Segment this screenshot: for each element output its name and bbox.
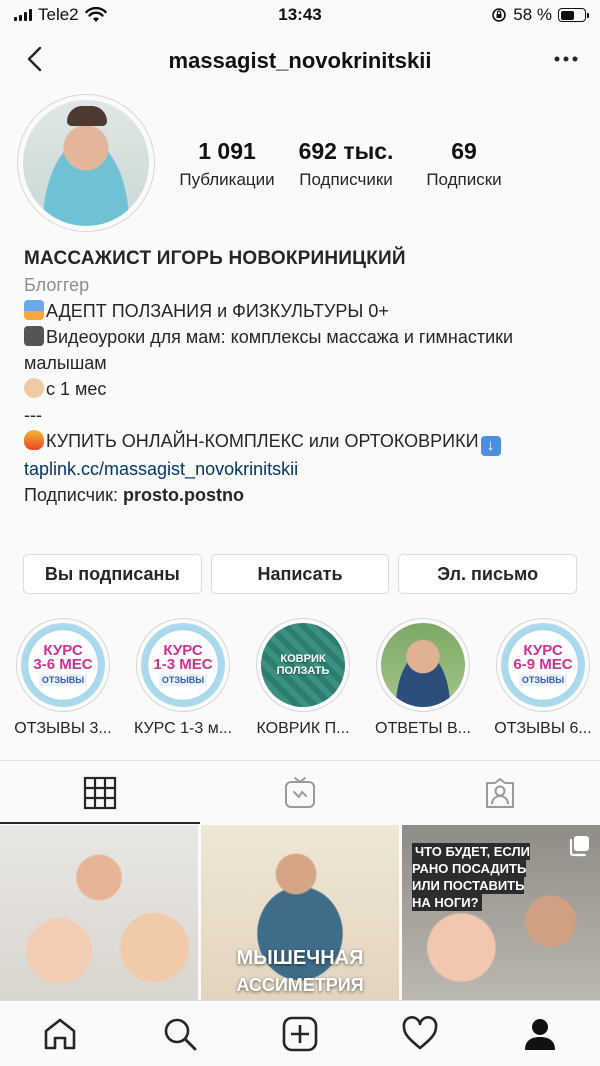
bio-line-1: АДЕПТ ПОЛЗАНИЯ и ФИЗКУЛЬТУРЫ 0+ [24, 298, 584, 324]
tab-grid[interactable] [0, 761, 200, 824]
profile-actions: Вы подписаны Написать Эл. письмо [23, 554, 578, 594]
grid-icon [83, 776, 117, 809]
profile-icon [525, 1018, 555, 1050]
bio-line-5: КУПИТЬ ОНЛАЙН-КОМПЛЕКС или ОРТОКОВРИКИ ↓ [24, 428, 584, 456]
stat-following[interactable]: 69 Подписки [408, 138, 520, 190]
battery-percent: 58 % [513, 5, 552, 24]
more-options-icon[interactable] [550, 44, 582, 74]
igtv-icon [285, 776, 315, 808]
message-button[interactable]: Написать [210, 554, 390, 594]
stat-followers-label: Подписчики [299, 170, 393, 189]
stat-posts[interactable]: 1 091 Публикации [170, 138, 284, 190]
bio-line-4: --- [24, 405, 42, 425]
stat-followers[interactable]: 692 тыс. Подписчики [284, 138, 408, 190]
heart-icon [402, 1015, 438, 1049]
sunrise-emoji-icon [24, 300, 44, 320]
carousel-icon [569, 836, 589, 857]
nav-home[interactable] [40, 1014, 80, 1054]
highlight-label: КУРС 1-3 м... [133, 720, 233, 737]
highlight-item[interactable]: ОТВЕТЫ В... [370, 618, 476, 738]
fire-emoji-icon [24, 430, 44, 450]
status-bar: Tele2 13:43 58 % [0, 0, 600, 30]
highlight-label: ОТВЕТЫ В... [375, 720, 471, 737]
orientation-lock-icon [492, 8, 507, 22]
profile-name: МАССАЖИСТ ИГОРЬ НОВОКРИНИЦКИЙ [24, 248, 406, 269]
profile-stats: 1 091 Публикации 692 тыс. Подписчики 69 … [170, 138, 520, 190]
wifi-icon [84, 7, 107, 22]
username-title: massagist_novokrinitskii [168, 48, 432, 73]
post-caption: МЫШЕЧНАЯ [236, 947, 364, 969]
video-camera-emoji-icon [24, 326, 44, 346]
post-thumbnail[interactable]: ЧТО БУДЕТ, ЕСЛИ РАНО ПОСАДИТЬ ИЛИ ПОСТАВ… [402, 825, 600, 1000]
profile-bio: МАССАЖИСТ ИГОРЬ НОВОКРИНИЦКИЙ Блоггер АД… [24, 246, 584, 508]
post-thumbnail[interactable] [0, 825, 198, 1000]
highlight-item[interactable]: КУРС 3-6 МЕС ОТЗЫВЫ ОТЗЫВЫ 3... [10, 618, 116, 738]
baby-emoji-icon [24, 378, 44, 398]
home-icon [44, 1018, 76, 1049]
post-caption: АССИМЕТРИЯ [236, 975, 364, 995]
highlight-cover [381, 623, 465, 707]
stat-following-label: Подписки [426, 170, 502, 189]
post-caption: ЧТО БУДЕТ, ЕСЛИ РАНО ПОСАДИТЬ ИЛИ ПОСТАВ… [412, 843, 530, 911]
stat-following-value: 69 [451, 138, 477, 164]
carrier-label: Tele2 [38, 5, 79, 24]
down-arrow-emoji-icon: ↓ [480, 436, 501, 456]
nav-profile[interactable] [520, 1014, 560, 1054]
stat-followers-value: 692 тыс. [298, 138, 394, 164]
tab-tagged[interactable] [400, 761, 600, 824]
post-thumbnail[interactable]: МЫШЕЧНАЯ АССИМЕТРИЯ [201, 825, 399, 1000]
nav-activity[interactable] [400, 1014, 440, 1054]
profile-tabs [0, 760, 600, 824]
back-icon[interactable] [20, 44, 50, 74]
bottom-navigation [0, 1000, 600, 1066]
follower-name[interactable]: prosto.postno [123, 485, 244, 505]
followed-by: Подписчик: prosto.postno [24, 485, 244, 505]
highlight-item[interactable]: КУРС 1-3 МЕС ОТЗЫВЫ КУРС 1-3 м... [130, 618, 236, 738]
highlight-label: ОТЗЫВЫ 6... [494, 720, 592, 737]
highlight-label: КОВРИК П... [256, 720, 350, 737]
highlight-item[interactable]: КОВРИК ПОЛЗАТЬ КОВРИК П... [250, 618, 356, 738]
profile-avatar[interactable] [17, 94, 155, 232]
battery-icon [558, 8, 589, 22]
profile-header: massagist_novokrinitskii [0, 30, 600, 92]
following-button[interactable]: Вы подписаны [23, 554, 202, 594]
highlight-cover: КОВРИК ПОЛЗАТЬ [261, 623, 345, 707]
highlight-cover: КУРС 1-3 МЕС ОТЗЫВЫ [141, 623, 225, 707]
highlight-cover: КУРС 6-9 МЕС ОТЗЫВЫ [501, 623, 585, 707]
tagged-user-icon [486, 777, 514, 808]
posts-grid: МЫШЕЧНАЯ АССИМЕТРИЯ ЧТО БУДЕТ, ЕСЛИ РАНО… [0, 825, 600, 1000]
stat-posts-value: 1 091 [198, 138, 256, 164]
story-highlights: КУРС 3-6 МЕС ОТЗЫВЫ ОТЗЫВЫ 3... КУРС 1-3… [10, 618, 600, 738]
nav-new-post[interactable] [280, 1014, 320, 1054]
profile-category: Блоггер [24, 275, 90, 295]
signal-icon [14, 9, 32, 21]
add-post-icon [282, 1016, 318, 1051]
highlight-item[interactable]: КУРС 6-9 МЕС ОТЗЫВЫ ОТЗЫВЫ 6... [490, 618, 596, 738]
avatar-photo [23, 100, 149, 226]
bio-line-3: с 1 мес [24, 376, 584, 402]
highlight-label: ОТЗЫВЫ 3... [14, 720, 112, 737]
tab-igtv[interactable] [200, 761, 400, 824]
highlight-cover: КУРС 3-6 МЕС ОТЗЫВЫ [21, 623, 105, 707]
search-icon [164, 1018, 197, 1050]
nav-search[interactable] [160, 1014, 200, 1054]
bio-line-2: Видеоуроки для мам: комплексы массажа и … [24, 326, 514, 373]
stat-posts-label: Публикации [179, 170, 275, 189]
bio-link[interactable]: taplink.cc/massagist_novokrinitskii [24, 456, 584, 482]
email-button[interactable]: Эл. письмо [398, 554, 578, 594]
